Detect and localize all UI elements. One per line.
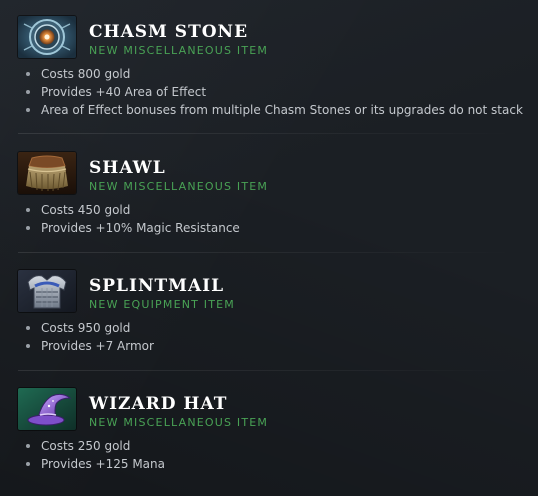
divider <box>18 133 514 134</box>
shawl-icon <box>18 152 76 194</box>
item-detail: Costs 950 gold <box>26 319 154 337</box>
item-detail: Costs 250 gold <box>26 437 165 455</box>
item-title: WIZARD HAT <box>89 394 228 414</box>
divider <box>18 370 514 371</box>
wizard-hat-icon <box>18 388 76 430</box>
splintmail-icon <box>18 270 76 312</box>
item-detail: Provides +7 Armor <box>26 337 154 355</box>
item-title: SPLINTMAIL <box>89 276 225 296</box>
item-category: NEW EQUIPMENT ITEM <box>89 298 235 311</box>
item-detail: Area of Effect bonuses from multiple Cha… <box>26 101 523 119</box>
item-detail: Costs 800 gold <box>26 65 523 83</box>
chasm-stone-icon <box>18 16 76 58</box>
item-category: NEW MISCELLANEOUS ITEM <box>89 44 269 57</box>
divider <box>18 252 514 253</box>
item-title: SHAWL <box>89 158 166 178</box>
item-details-list: Costs 250 gold Provides +125 Mana <box>26 437 165 473</box>
item-detail: Provides +40 Area of Effect <box>26 83 523 101</box>
item-details-list: Costs 950 gold Provides +7 Armor <box>26 319 154 355</box>
item-detail: Provides +125 Mana <box>26 455 165 473</box>
item-details-list: Costs 800 gold Provides +40 Area of Effe… <box>26 65 523 119</box>
item-category: NEW MISCELLANEOUS ITEM <box>89 416 269 429</box>
item-detail: Costs 450 gold <box>26 201 240 219</box>
item-patch-notes-list: CHASM STONE NEW MISCELLANEOUS ITEM Costs… <box>0 0 538 496</box>
item-category: NEW MISCELLANEOUS ITEM <box>89 180 269 193</box>
item-title: CHASM STONE <box>89 22 249 42</box>
item-detail: Provides +10% Magic Resistance <box>26 219 240 237</box>
item-details-list: Costs 450 gold Provides +10% Magic Resis… <box>26 201 240 237</box>
